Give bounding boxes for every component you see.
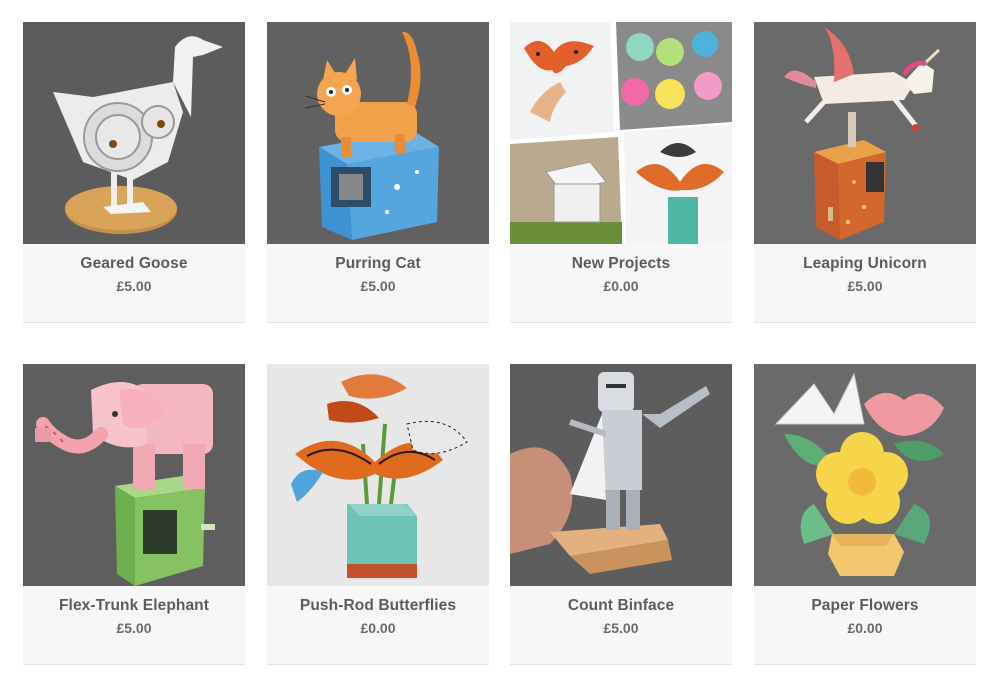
product-price: £5.00 [603,620,639,636]
product-title[interactable]: Flex-Trunk Elephant [23,597,245,615]
product-title[interactable]: Push-Rod Butterflies [267,597,489,615]
product-card-leaping-unicorn[interactable]: Leaping Unicorn £5.00 [754,22,976,323]
product-image-count-binface[interactable] [510,364,732,586]
product-title[interactable]: Leaping Unicorn [754,255,976,273]
product-title[interactable]: New Projects [510,255,732,273]
product-price: £0.00 [603,278,639,294]
product-price: £5.00 [847,278,883,294]
product-price: £0.00 [360,620,396,636]
product-title[interactable]: Purring Cat [267,255,489,273]
product-title[interactable]: Count Binface [510,597,732,615]
product-card-new-projects[interactable]: New Projects £0.00 [510,22,732,323]
product-grid: Geared Goose £5.00 Purring Cat £5.00 New… [0,0,1000,688]
product-image-leaping-unicorn[interactable] [754,22,976,244]
product-price: £5.00 [116,620,152,636]
product-card-push-rod-butterflies[interactable]: Push-Rod Butterflies £0.00 [267,364,489,665]
product-price: £5.00 [116,278,152,294]
product-price: £5.00 [360,278,396,294]
product-image-paper-flowers[interactable] [754,364,976,586]
product-card-paper-flowers[interactable]: Paper Flowers £0.00 [754,364,976,665]
product-title[interactable]: Geared Goose [23,255,245,273]
product-image-push-rod-butterflies[interactable] [267,364,489,586]
product-card-geared-goose[interactable]: Geared Goose £5.00 [23,22,245,323]
product-price: £0.00 [847,620,883,636]
product-image-new-projects[interactable] [510,22,732,244]
product-card-count-binface[interactable]: Count Binface £5.00 [510,364,732,665]
product-image-geared-goose[interactable] [23,22,245,244]
product-card-flex-trunk-elephant[interactable]: Flex-Trunk Elephant £5.00 [23,364,245,665]
product-card-purring-cat[interactable]: Purring Cat £5.00 [267,22,489,323]
product-title[interactable]: Paper Flowers [754,597,976,615]
product-image-purring-cat[interactable] [267,22,489,244]
product-image-flex-trunk-elephant[interactable] [23,364,245,586]
